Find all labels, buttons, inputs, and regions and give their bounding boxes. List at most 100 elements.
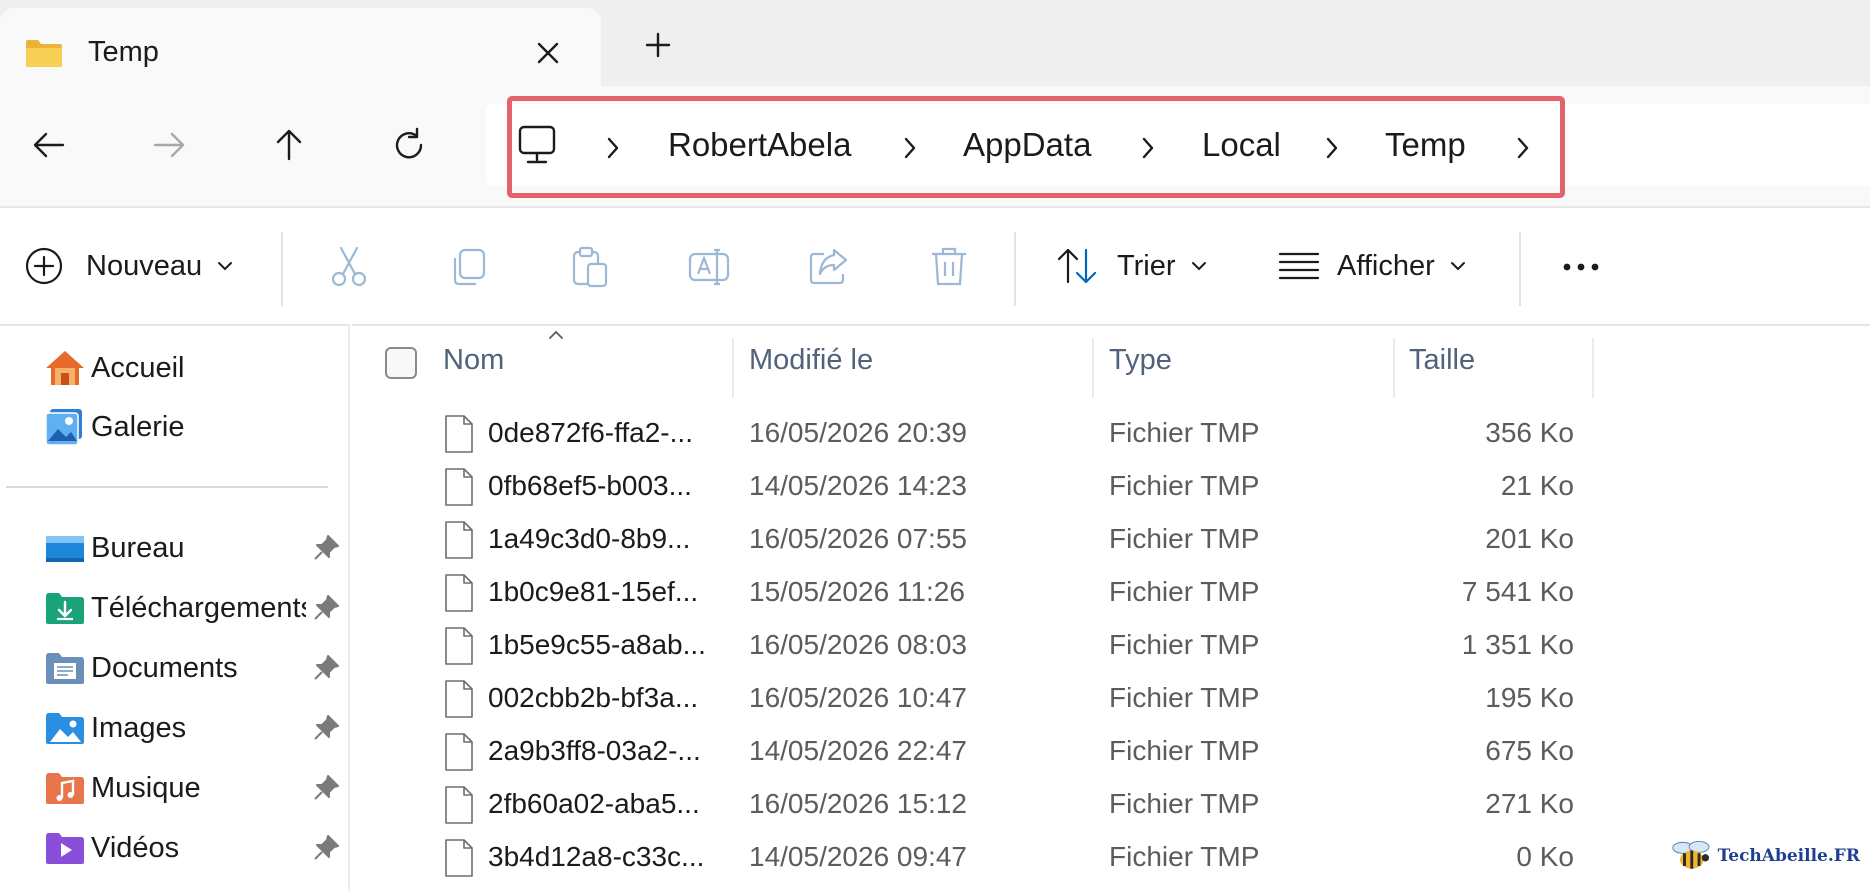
file-size: 195 Ko (1485, 682, 1574, 713)
file-size: 271 Ko (1485, 788, 1574, 819)
view-list-icon (1278, 252, 1320, 280)
file-size: 201 Ko (1485, 523, 1574, 554)
chevron-right-icon[interactable] (601, 134, 625, 162)
sort-label: Trier (1117, 249, 1176, 282)
back-button[interactable] (26, 122, 72, 168)
file-icon (445, 521, 473, 559)
file-type: Fichier TMP (1109, 682, 1260, 713)
column-header-name[interactable]: Nom (443, 344, 504, 377)
sidebar-item-label: Documents (91, 651, 238, 684)
chevron-right-icon[interactable] (1136, 134, 1160, 162)
chevron-down-icon (1450, 262, 1465, 271)
sidebar-item-label: Accueil (91, 351, 185, 384)
breadcrumb-robertabela[interactable]: RobertAbela (668, 126, 851, 164)
file-type: Fichier TMP (1109, 470, 1260, 501)
sidebar-item-bureau[interactable]: Bureau (44, 524, 344, 572)
file-row[interactable]: 1a49c3d0-8b9... 16/05/2026 07:55 Fichier T… (352, 514, 1870, 567)
file-icon (445, 839, 473, 877)
separator (1519, 232, 1521, 306)
sidebar-item-documents[interactable]: Documents (44, 644, 344, 692)
file-row[interactable]: 1b5e9c55-a8ab... 16/05/2026 08:03 Fichier … (352, 620, 1870, 673)
arrow-right-icon (153, 132, 185, 158)
separator (1014, 232, 1016, 306)
select-all-checkbox[interactable] (385, 347, 417, 379)
breadcrumb-temp[interactable]: Temp (1385, 126, 1466, 164)
file-size: 7 541 Ko (1461, 576, 1574, 607)
view-button[interactable]: Afficher (1277, 246, 1467, 286)
copy-icon[interactable] (446, 244, 492, 290)
new-tab-icon[interactable] (642, 29, 674, 61)
pin-icon[interactable] (312, 774, 340, 802)
sidebar-divider (6, 486, 328, 488)
sidebar-item-videos[interactable]: Vidéos (44, 824, 344, 872)
chevron-right-icon[interactable] (1320, 134, 1344, 162)
file-row[interactable]: 3b4d12a8-c33c... 14/05/2026 09:47 Fichier … (352, 832, 1870, 885)
share-icon[interactable] (806, 244, 852, 290)
file-modified: 16/05/2026 10:47 (749, 682, 967, 713)
sidebar-item-downloads[interactable]: Téléchargements (44, 584, 344, 632)
tab-title: Temp (88, 36, 159, 68)
sidebar-item-home[interactable]: Accueil (44, 344, 344, 392)
sidebar-item-gallery[interactable]: Galerie (44, 403, 344, 451)
breadcrumb-appdata[interactable]: AppData (963, 126, 1091, 164)
sort-button[interactable]: Trier (1056, 246, 1208, 286)
column-header-modified[interactable]: Modifié le (749, 344, 873, 377)
pin-icon[interactable] (312, 594, 340, 622)
file-row[interactable]: 2a9b3ff8-03a2-... 14/05/2026 22:47 Fichier… (352, 726, 1870, 779)
tab-temp[interactable]: Temp (0, 8, 601, 86)
file-type: Fichier TMP (1109, 841, 1260, 872)
file-type: Fichier TMP (1109, 523, 1260, 554)
sidebar-item-label: Images (91, 711, 187, 744)
file-row[interactable]: 1b0c9e81-15ef... 15/05/2026 11:26 Fichier … (352, 567, 1870, 620)
column-divider[interactable] (1092, 338, 1094, 398)
file-size: 356 Ko (1485, 417, 1574, 448)
file-row[interactable]: 0de872f6-ffa2-... 16/05/2026 20:39 Fichier… (352, 408, 1870, 461)
forward-button[interactable] (146, 122, 192, 168)
file-type: Fichier TMP (1109, 576, 1260, 607)
file-size: 21 Ko (1500, 470, 1574, 501)
column-header-size[interactable]: Taille (1409, 344, 1475, 377)
chevron-right-icon[interactable] (898, 134, 922, 162)
cut-icon[interactable] (326, 244, 372, 290)
pin-icon[interactable] (312, 834, 340, 862)
file-modified: 16/05/2026 20:39 (749, 417, 967, 448)
pin-icon[interactable] (312, 714, 340, 742)
more-options-icon[interactable] (1558, 244, 1604, 290)
plus-circle-icon (25, 247, 63, 285)
up-button[interactable] (266, 122, 312, 168)
file-row[interactable]: 0fb68ef5-b003... 14/05/2026 14:23 Fichier … (352, 461, 1870, 514)
pin-icon[interactable] (312, 534, 340, 562)
paste-icon[interactable] (566, 244, 612, 290)
chevron-right-icon[interactable] (1511, 134, 1535, 162)
file-row[interactable]: 2fb60a02-aba5... 16/05/2026 15:12 Fichier … (352, 779, 1870, 832)
file-modified: 16/05/2026 07:55 (749, 523, 967, 554)
column-divider[interactable] (1393, 338, 1395, 398)
refresh-button[interactable] (386, 122, 432, 168)
view-label: Afficher (1337, 249, 1435, 282)
pin-icon[interactable] (312, 654, 340, 682)
pictures-folder-icon (46, 713, 84, 744)
file-icon (445, 786, 473, 824)
column-divider[interactable] (732, 338, 734, 398)
file-name: 0fb68ef5-b003... (488, 470, 692, 501)
rename-icon[interactable] (686, 244, 732, 290)
new-button[interactable]: Nouveau (24, 246, 234, 286)
file-row[interactable]: 002cbb2b-bf3a... 16/05/2026 10:47 Fichier … (352, 673, 1870, 726)
sidebar-item-music[interactable]: Musique (44, 764, 344, 812)
file-modified: 14/05/2026 09:47 (749, 841, 967, 872)
sidebar-item-label: Téléchargements (91, 591, 306, 624)
file-icon (445, 733, 473, 771)
videos-folder-icon (46, 833, 84, 864)
sidebar-item-label: Musique (91, 771, 201, 804)
close-tab-icon[interactable] (532, 37, 564, 69)
sidebar-item-images[interactable]: Images (44, 704, 344, 752)
command-bar: Nouveau Trier Afficher (0, 206, 1870, 324)
file-size: 1 351 Ko (1461, 629, 1574, 660)
column-header-row: Nom Modifié le Type Taille (352, 326, 1870, 398)
column-divider[interactable] (1592, 338, 1594, 398)
navigation-pane: Accueil Galerie Bureau Téléchargements D… (0, 324, 350, 891)
delete-icon[interactable] (926, 244, 972, 290)
column-header-type[interactable]: Type (1109, 344, 1172, 377)
breadcrumb-local[interactable]: Local (1202, 126, 1281, 164)
this-pc-icon[interactable] (517, 124, 557, 166)
